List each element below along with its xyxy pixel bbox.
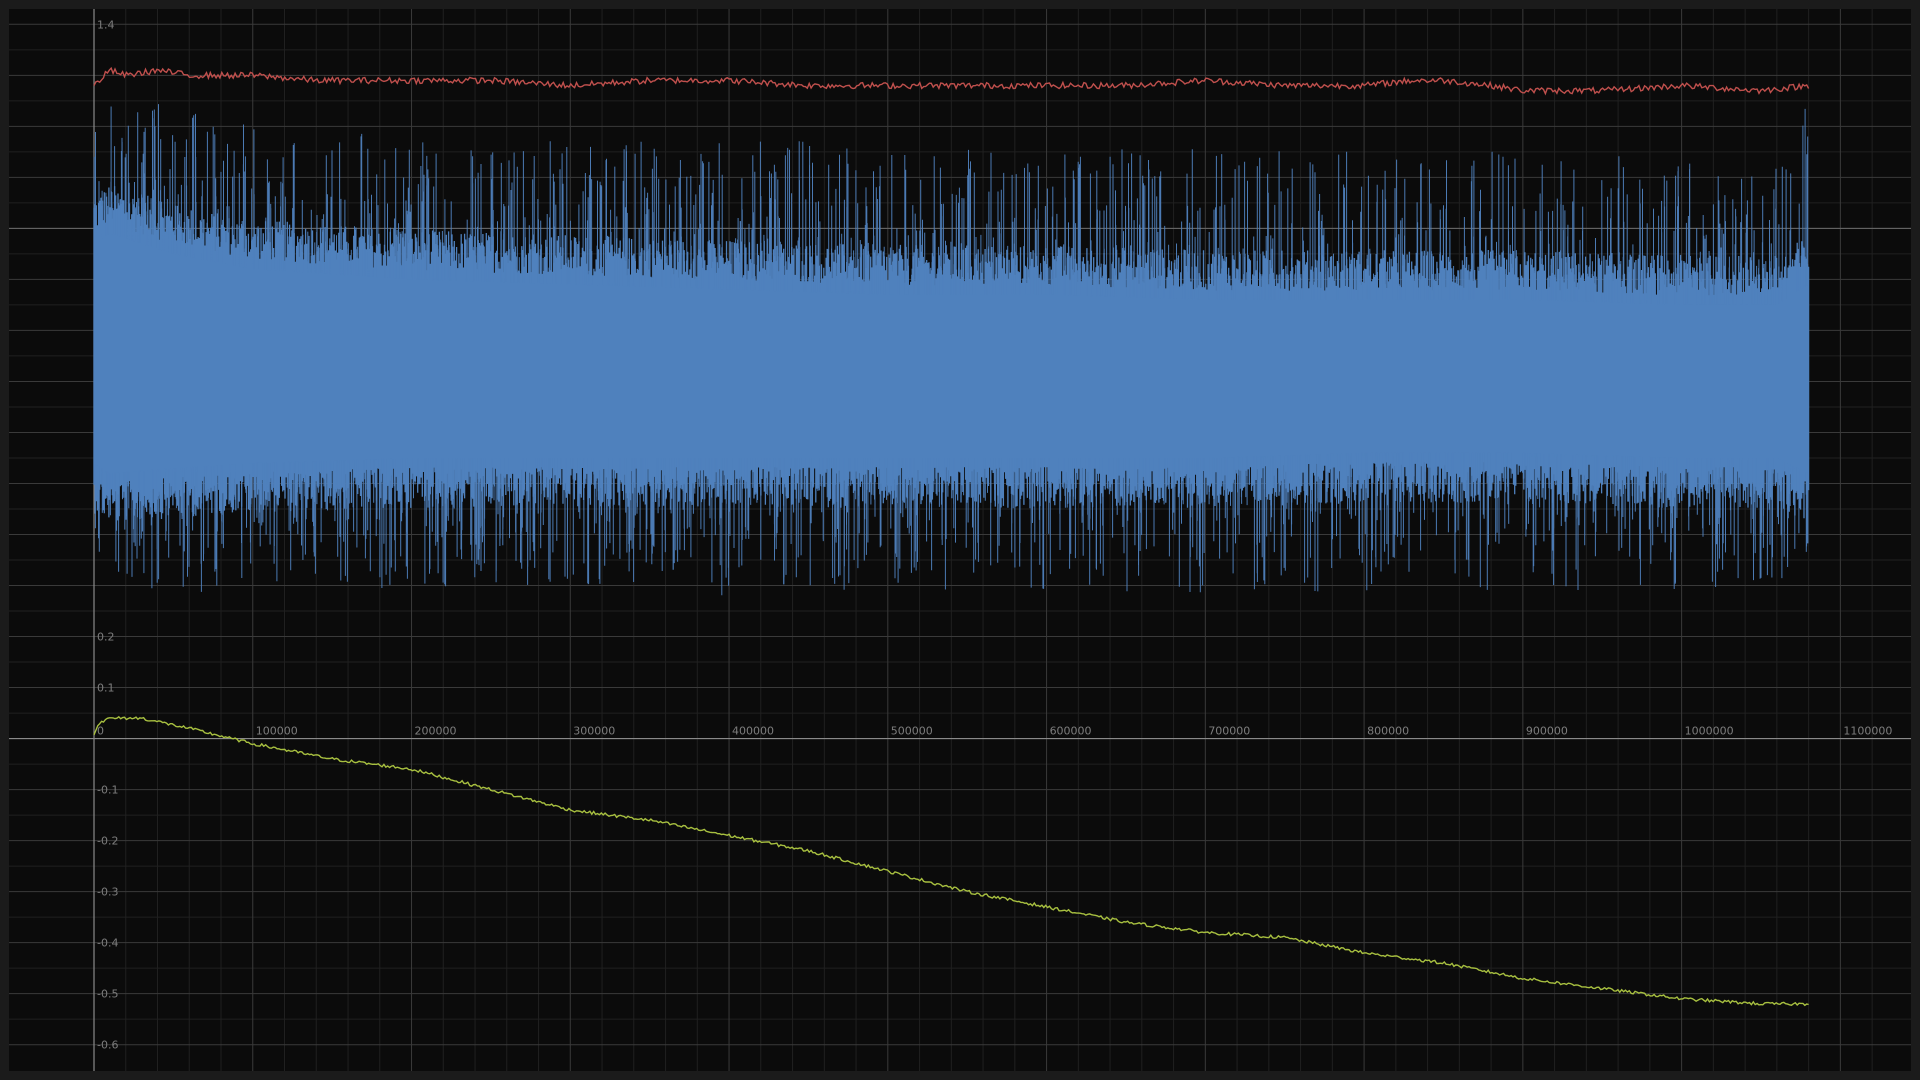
y-tick-label: -0.5 xyxy=(97,988,118,1001)
y-tick-label: -0.2 xyxy=(97,835,118,848)
chart-svg: 0 100000 200000 300000 400000 500000 600000 700… xyxy=(9,9,1911,1071)
plot-area: 0 100000 200000 300000 400000 500000 600000 700… xyxy=(9,9,1911,1071)
y-tick-label: 0.1 xyxy=(97,682,115,695)
x-tick-label: 0 xyxy=(97,725,104,738)
x-tick-label: 100000 xyxy=(256,725,298,738)
x-tick-label: 1000000 xyxy=(1685,725,1734,738)
y-tick-label: -0.3 xyxy=(97,886,118,899)
y-tick-label: 1.4 xyxy=(97,18,115,31)
y-tick-label: -0.6 xyxy=(97,1039,118,1052)
x-tick-label: 800000 xyxy=(1367,725,1409,738)
x-tick-label: 500000 xyxy=(891,725,933,738)
y-tick-label: 0.2 xyxy=(97,631,115,644)
x-tick-label: 900000 xyxy=(1526,725,1568,738)
x-tick-label: 700000 xyxy=(1208,725,1250,738)
y-tick-label: -0.4 xyxy=(97,937,118,950)
x-tick-label: 1100000 xyxy=(1843,725,1892,738)
x-tick-label: 200000 xyxy=(415,725,457,738)
x-tick-label: 400000 xyxy=(732,725,774,738)
x-tick-label: 600000 xyxy=(1050,725,1092,738)
y-tick-label: -0.1 xyxy=(97,784,118,797)
x-tick-label: 300000 xyxy=(573,725,615,738)
